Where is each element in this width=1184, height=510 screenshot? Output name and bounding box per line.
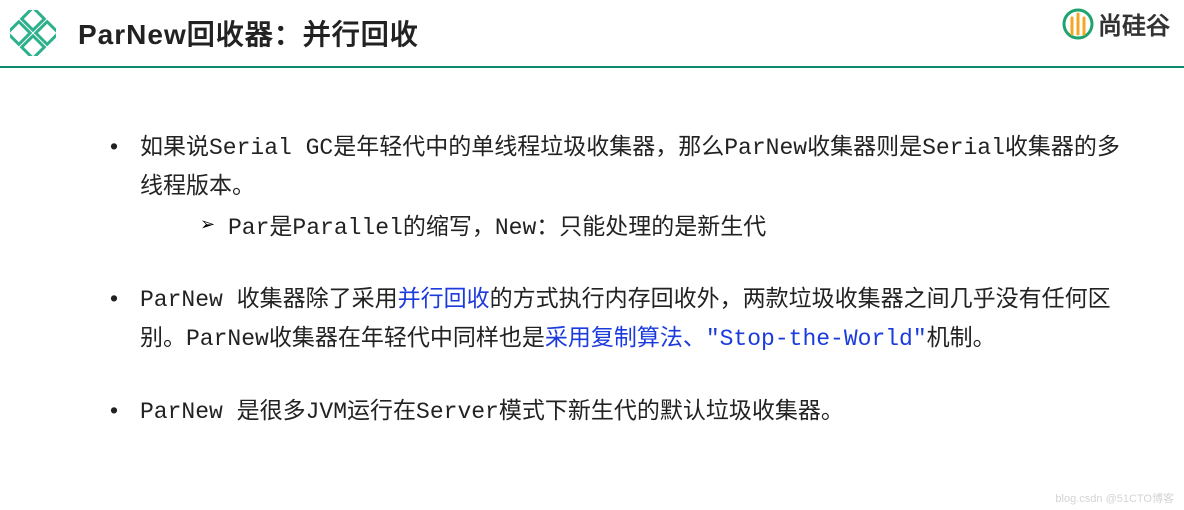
- text-segment: New: [495, 215, 536, 241]
- text-segment: Serial GC: [209, 135, 333, 161]
- text-segment: 是很多: [237, 397, 306, 423]
- text-segment: 采用复制算法: [545, 324, 683, 350]
- bullet-item: 如果说Serial GC是年轻代中的单线程垃圾收集器，那么ParNew收集器则是…: [100, 128, 1124, 246]
- brand-text: 尚硅谷: [1098, 6, 1170, 41]
- text-segment: ParNew: [140, 399, 237, 425]
- text-segment: 运行在: [347, 397, 416, 423]
- slide-header: ParNew回收器：并行回收 尚硅谷: [0, 0, 1184, 68]
- text-segment: 的缩写，: [403, 213, 495, 239]
- text-segment: 收集器则是: [807, 133, 922, 159]
- sub-bullet-item: Par是Parallel的缩写，New：只能处理的是新生代: [140, 208, 1124, 247]
- text-segment: Parallel: [292, 215, 402, 241]
- text-segment: 模式下新生代的默认垃圾收集器。: [499, 397, 844, 423]
- slide-title: ParNew回收器：并行回收: [78, 13, 419, 53]
- brand-logo: 尚硅谷: [1062, 6, 1170, 41]
- slide-content: 如果说Serial GC是年轻代中的单线程垃圾收集器，那么ParNew收集器则是…: [0, 68, 1184, 431]
- diamond-icon: [10, 10, 56, 56]
- text-segment: 收集器除了采用: [237, 285, 398, 311]
- text-segment: ParNew: [140, 287, 237, 313]
- watermark: blog.csdn @51CTO博客: [1055, 490, 1174, 506]
- bullet-item: ParNew 收集器除了采用并行回收的方式执行内存回收外，两款垃圾收集器之间几乎…: [100, 280, 1124, 358]
- text-segment: 、: [683, 324, 706, 350]
- text-segment: JVM: [306, 399, 347, 425]
- text-segment: 如果说: [140, 133, 209, 159]
- text-segment: ParNew: [186, 326, 269, 352]
- text-segment: ParNew: [724, 135, 807, 161]
- text-segment: Serial: [922, 135, 1005, 161]
- text-segment: 并行回收: [398, 285, 490, 311]
- text-segment: ：只能处理的是新生代: [536, 213, 766, 239]
- text-segment: "Stop-the-World": [706, 326, 927, 352]
- text-segment: Par: [228, 215, 269, 241]
- text-segment: Server: [416, 399, 499, 425]
- text-segment: 机制。: [927, 324, 996, 350]
- text-segment: 是年轻代中的单线程垃圾收集器，那么: [333, 133, 724, 159]
- text-segment: 收集器在年轻代中同样也是: [269, 324, 545, 350]
- text-segment: 是: [269, 213, 292, 239]
- bullet-item: ParNew 是很多JVM运行在Server模式下新生代的默认垃圾收集器。: [100, 392, 1124, 431]
- brand-icon: [1062, 8, 1094, 40]
